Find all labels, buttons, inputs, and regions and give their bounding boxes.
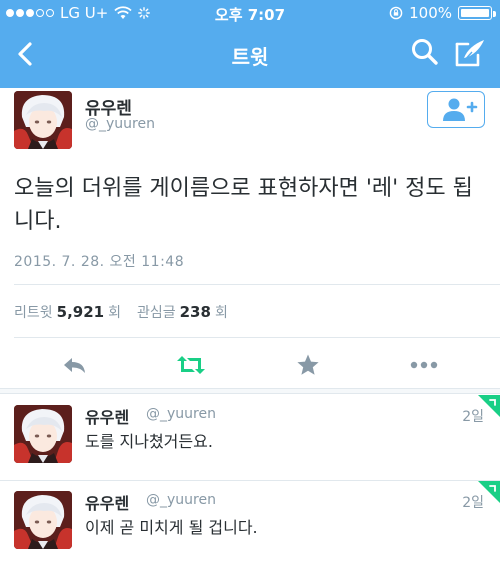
favorite-star-icon[interactable] [296, 352, 320, 378]
tweet-timestamp: 2015. 7. 28. 오전 11:48 [14, 254, 185, 270]
reply-author-name[interactable]: 유우렌 [85, 490, 129, 514]
status-bar: LG U+ 오후 7:07 100% [0, 0, 500, 26]
follow-button[interactable] [427, 91, 485, 128]
author-handle[interactable]: @_yuuren [85, 116, 155, 132]
avatar[interactable] [14, 91, 72, 149]
retweeted-corner-icon [478, 481, 500, 503]
nav-bar: 트윗 [0, 26, 500, 88]
reply-icon[interactable] [62, 352, 88, 378]
app-header: LG U+ 오후 7:07 100% 트윗 [0, 0, 500, 88]
retweet-icon[interactable] [176, 352, 206, 378]
avatar[interactable] [14, 491, 72, 549]
section-gap [0, 388, 500, 394]
search-icon[interactable] [410, 36, 440, 70]
reply-author-name[interactable]: 유우렌 [85, 404, 129, 428]
compose-icon[interactable] [452, 36, 488, 70]
add-user-icon [443, 98, 478, 121]
likes-label: 관심글 [136, 305, 176, 321]
battery-label: 100% [409, 4, 452, 22]
likes-unit: 회 [214, 305, 228, 321]
tweet-text: 오늘의 더위를 게이름으로 표현하자면 '레' 정도 됩니다. [14, 176, 473, 234]
reply-text: 이제 곧 미치게 될 겁니다. [85, 518, 258, 537]
reply-author-handle[interactable]: @_yuuren [146, 406, 216, 422]
retweets-label: 리트윗 [14, 305, 53, 321]
tweet-actions [0, 342, 500, 388]
orientation-lock-icon [389, 6, 403, 20]
chevron-left-icon[interactable] [8, 34, 44, 74]
reply-tweet[interactable]: 유우렌 @_yuuren 2일 도를 지나쳤거든요. [0, 395, 500, 483]
divider [14, 337, 500, 338]
more-options-icon[interactable] [410, 352, 438, 378]
reply-author-handle[interactable]: @_yuuren [146, 492, 216, 508]
likes-count[interactable]: 238 [180, 303, 211, 321]
divider [14, 284, 500, 285]
tweet-stats: 리트윗 5,921 회 관심글 238 회 [14, 302, 228, 322]
reply-tweet[interactable]: 유우렌 @_yuuren 2일 이제 곧 미치게 될 겁니다. [0, 480, 500, 568]
retweets-count[interactable]: 5,921 [57, 303, 104, 321]
retweeted-corner-icon [478, 395, 500, 417]
battery-icon [458, 6, 496, 20]
reply-text: 도를 지나쳤거든요. [85, 432, 213, 451]
retweets-unit: 회 [108, 305, 121, 321]
avatar[interactable] [14, 405, 72, 463]
status-right: 100% [389, 4, 496, 22]
